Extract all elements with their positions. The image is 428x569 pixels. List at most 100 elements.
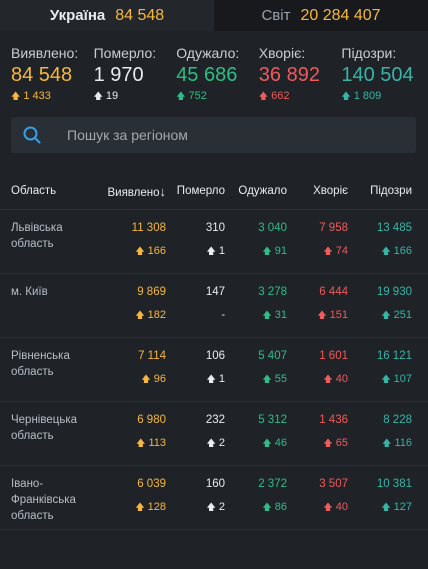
cell-value: 13 485 bbox=[376, 222, 412, 234]
cell-delta-value: 116 bbox=[394, 437, 412, 449]
cell-delta-value: 91 bbox=[274, 245, 287, 257]
cell-delta-value: 65 bbox=[335, 437, 348, 449]
cell-delta: 🡅 127 bbox=[348, 499, 412, 515]
cell-delta: 🡅 113 bbox=[96, 435, 166, 451]
table-row[interactable]: Чернівецька область 6 980 🡅 113 232 🡅 2 … bbox=[0, 402, 428, 466]
cell: 6 039 🡅 128 bbox=[96, 476, 166, 529]
stat-deaths: Померло: 1 970 🡅 19 bbox=[94, 45, 177, 107]
cell-value: 9 869 bbox=[137, 286, 166, 298]
arrow-up-icon: 🡅 bbox=[262, 502, 272, 512]
cell: 9 869 🡅 182 bbox=[96, 284, 166, 337]
stat-confirmed: Виявлено: 84 548 🡅 1 433 bbox=[11, 45, 94, 107]
cell: 5 407 🡅 55 bbox=[225, 348, 287, 401]
cell-delta: 🡅 151 bbox=[287, 307, 348, 323]
cell-delta-value: 31 bbox=[274, 309, 287, 321]
cell-delta: 🡅 55 bbox=[225, 371, 287, 387]
header-suspected[interactable]: Підозри bbox=[348, 185, 420, 197]
cell-delta-value: 113 bbox=[148, 437, 166, 449]
cell: 6 980 🡅 113 bbox=[96, 412, 166, 465]
cell-delta-value: 96 bbox=[153, 373, 166, 385]
arrow-up-icon: 🡅 bbox=[262, 374, 272, 384]
arrow-up-icon: 🡅 bbox=[323, 374, 333, 384]
stat-recovered: Одужало: 45 686 🡅 752 bbox=[176, 45, 259, 107]
stat-suspected: Підозри: 140 504 🡅 1 809 bbox=[341, 45, 424, 107]
cell-delta: 🡅 182 bbox=[96, 307, 166, 323]
cell-value: 7 114 bbox=[138, 350, 166, 362]
arrow-up-icon: 🡅 bbox=[323, 438, 333, 448]
cell-delta-value: 40 bbox=[335, 373, 348, 385]
stat-value: 45 686 bbox=[176, 64, 238, 86]
table-row[interactable]: Рівненська область 7 114 🡅 96 106 🡅 1 5 … bbox=[0, 338, 428, 402]
cell-delta: 🡅 86 bbox=[225, 499, 287, 515]
cell-delta-value: 128 bbox=[147, 501, 166, 513]
stat-delta: 🡅 662 bbox=[259, 89, 342, 105]
stat-delta: 🡅 19 bbox=[94, 89, 177, 105]
cell: 2 372 🡅 86 bbox=[225, 476, 287, 529]
summary-stats: Виявлено: 84 548 🡅 1 433 Померло: 1 970 … bbox=[0, 31, 428, 107]
stat-label: Померло: bbox=[93, 45, 157, 61]
search-input[interactable] bbox=[65, 126, 416, 144]
cell-delta: 🡅 91 bbox=[225, 243, 287, 259]
tab-world[interactable]: Світ 20 284 407 bbox=[214, 0, 428, 31]
cell-value: 10 381 bbox=[376, 478, 412, 490]
cell-delta: 🡅 251 bbox=[348, 307, 412, 323]
arrow-up-icon: 🡅 bbox=[206, 246, 216, 256]
cell-value: 310 bbox=[205, 222, 225, 234]
header-region[interactable]: Область bbox=[0, 183, 96, 199]
arrow-up-icon: 🡅 bbox=[206, 438, 216, 448]
table-row[interactable]: Івано-Франківська область 6 039 🡅 128 16… bbox=[0, 466, 428, 530]
table-body: Львівська область 11 308 🡅 166 310 🡅 1 3… bbox=[0, 210, 428, 530]
arrow-up-icon: 🡅 bbox=[381, 310, 391, 320]
arrow-up-icon: 🡅 bbox=[258, 91, 269, 101]
cell-value: 3 040 bbox=[258, 222, 287, 234]
table-row[interactable]: м. Київ 9 869 🡅 182 147 - 3 278 🡅 31 6 4… bbox=[0, 274, 428, 338]
arrow-up-icon: 🡅 bbox=[262, 310, 272, 320]
cell-delta: 🡅 2 bbox=[166, 499, 225, 515]
cell-delta-value: 182 bbox=[147, 309, 166, 321]
header-recovered[interactable]: Одужало bbox=[225, 185, 287, 197]
cell-delta: 🡅 40 bbox=[287, 499, 348, 515]
cell: 10 381 🡅 127 bbox=[348, 476, 420, 529]
header-confirmed[interactable]: Виявлено↓ bbox=[96, 184, 166, 199]
header-sick[interactable]: Хворіє bbox=[287, 185, 348, 197]
stat-delta-value: 1 433 bbox=[23, 90, 51, 102]
cell: 160 🡅 2 bbox=[166, 476, 225, 529]
region-search[interactable] bbox=[11, 117, 416, 153]
cell-delta: 🡅 31 bbox=[225, 307, 287, 323]
cell: 147 - bbox=[166, 284, 225, 337]
cell: 7 958 🡅 74 bbox=[287, 220, 348, 273]
search-icon[interactable] bbox=[23, 126, 55, 144]
arrow-up-icon: 🡅 bbox=[381, 502, 391, 512]
cell-value: 106 bbox=[205, 350, 225, 362]
arrow-up-icon: 🡅 bbox=[262, 246, 272, 256]
tab-ukraine[interactable]: Україна 84 548 bbox=[0, 0, 214, 31]
cell: 5 312 🡅 46 bbox=[225, 412, 287, 465]
stat-delta-value: 752 bbox=[188, 90, 207, 102]
arrow-up-icon: 🡅 bbox=[262, 438, 272, 448]
cell-delta: 🡅 166 bbox=[348, 243, 412, 259]
arrow-up-icon: 🡅 bbox=[141, 374, 151, 384]
table-header: Область Виявлено↓ Померло Одужало Хворіє… bbox=[0, 173, 428, 210]
region-name: Чернівецька область bbox=[11, 414, 77, 442]
arrow-up-icon: 🡅 bbox=[382, 438, 392, 448]
arrow-up-icon: 🡅 bbox=[206, 502, 216, 512]
arrow-up-icon: 🡅 bbox=[323, 502, 333, 512]
cell-delta-value: 74 bbox=[335, 245, 348, 257]
table-row[interactable]: Львівська область 11 308 🡅 166 310 🡅 1 3… bbox=[0, 210, 428, 274]
arrow-up-icon: 🡅 bbox=[323, 246, 333, 256]
header-deaths[interactable]: Померло bbox=[166, 185, 225, 197]
stat-sick: Хворіє: 36 892 🡅 662 bbox=[259, 45, 342, 107]
cell-value: 3 507 bbox=[319, 478, 348, 490]
cell-delta-value: 151 bbox=[329, 309, 348, 321]
cell-delta-value: 166 bbox=[393, 245, 412, 257]
arrow-up-icon: 🡅 bbox=[93, 91, 103, 101]
cell-delta: 🡅 116 bbox=[348, 435, 412, 451]
cell-delta: 🡅 65 bbox=[287, 435, 348, 451]
stat-label: Виявлено: bbox=[11, 45, 79, 61]
header-confirmed-label: Виявлено bbox=[107, 186, 160, 199]
cell-delta: 🡅 74 bbox=[287, 243, 348, 259]
cell: 1 601 🡅 40 bbox=[287, 348, 348, 401]
cell: 232 🡅 2 bbox=[166, 412, 225, 465]
cell: 8 228 🡅 116 bbox=[348, 412, 420, 465]
cell-delta-value: 166 bbox=[147, 245, 166, 257]
